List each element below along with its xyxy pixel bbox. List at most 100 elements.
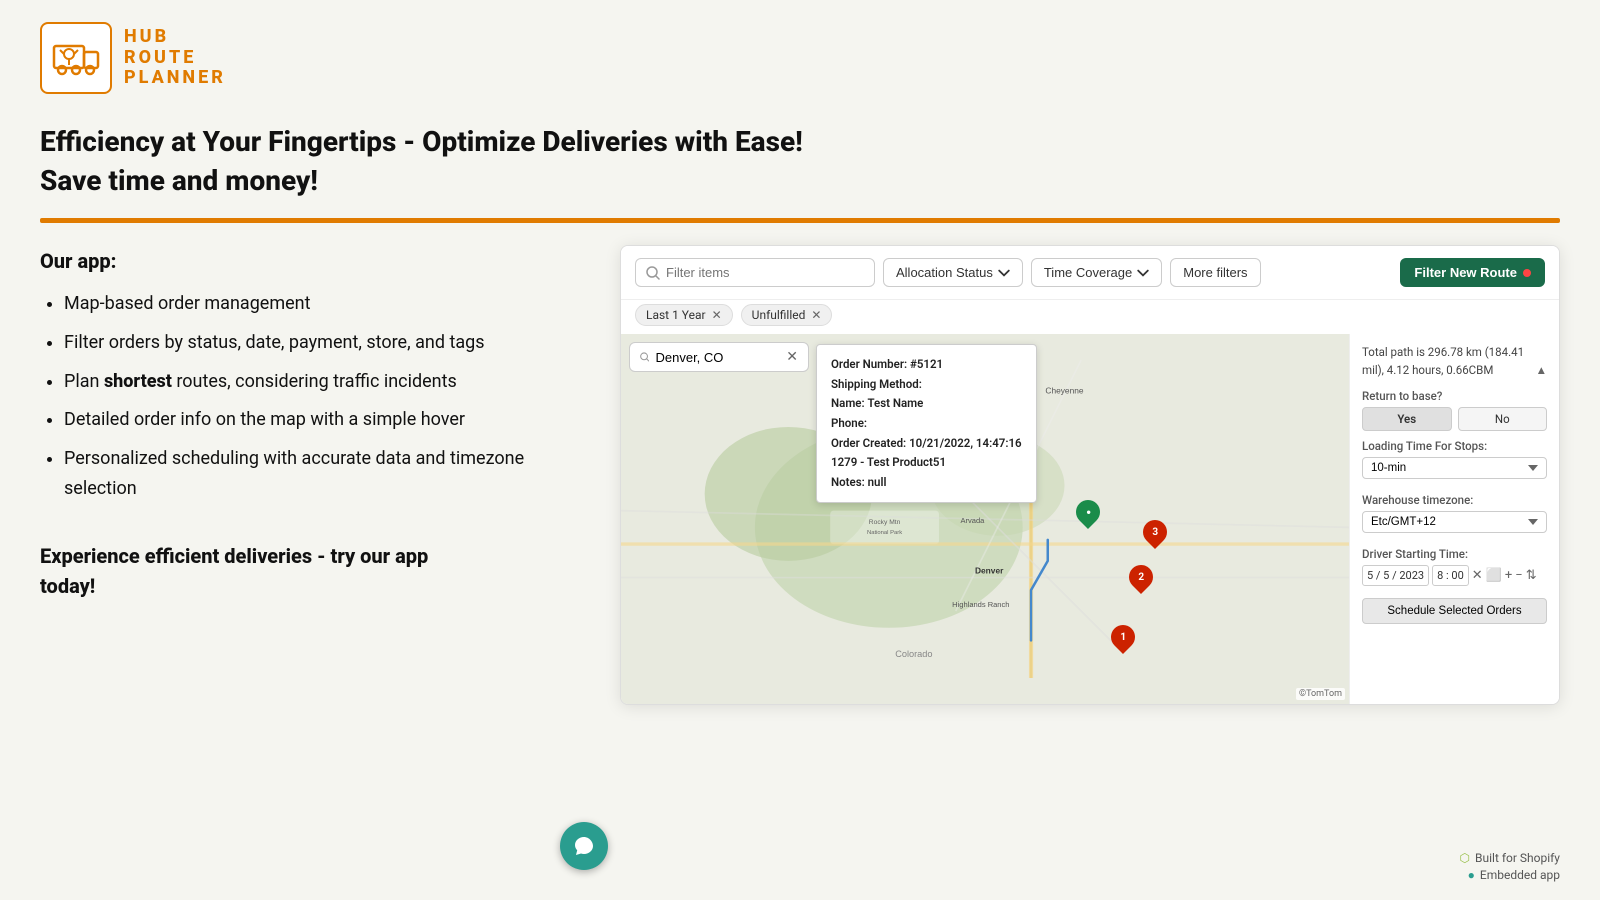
headline-line1: Efficiency at Your Fingertips - Optimize… <box>40 125 803 158</box>
tags-row: Last 1 Year ✕ Unfulfilled ✕ <box>621 300 1559 334</box>
logo-text: HUB ROUTE PLANNER <box>124 27 226 89</box>
tag-label: Last 1 Year <box>646 308 706 322</box>
svg-text:National Park: National Park <box>867 530 902 536</box>
driver-time[interactable]: 8 : 00 <box>1432 565 1469 586</box>
order-created-value: 10/21/2022, 14:47:16 <box>909 436 1022 450</box>
embedded-label: Embedded app <box>1480 868 1560 882</box>
logo-area: HUB ROUTE PLANNER <box>0 0 1600 104</box>
driver-time-row: 5 / 5 / 2023 8 : 00 ✕ ⬜ + − ⇅ <box>1362 565 1547 586</box>
name-value: Test Name <box>867 396 923 410</box>
return-base-buttons: Yes No <box>1362 407 1547 431</box>
adjust-icon[interactable]: ⇅ <box>1526 568 1537 583</box>
left-panel: Our app: Map-based order management Filt… <box>40 245 580 601</box>
loading-time-label: Loading Time For Stops: <box>1362 439 1547 453</box>
shopify-icon: ⬡ <box>1460 851 1470 865</box>
chat-icon <box>572 834 596 858</box>
cta-text: Experience efficient deliveries - try ou… <box>40 541 580 601</box>
tag-remove-icon[interactable]: ✕ <box>712 308 722 322</box>
name-label: Name: <box>831 396 865 410</box>
warehouse-timezone-select[interactable]: Etc/GMT+12 <box>1362 511 1547 533</box>
schedule-button[interactable]: Schedule Selected Orders <box>1362 598 1547 624</box>
shipping-label: Shipping Method: <box>831 377 922 391</box>
svg-text:Rocky Mtn: Rocky Mtn <box>869 519 901 526</box>
clear-time-icon[interactable]: ✕ <box>1472 568 1483 583</box>
schedule-btn-label: Schedule Selected Orders <box>1387 605 1521 617</box>
marker-label-3: 3 <box>1152 527 1158 538</box>
tag-remove-icon[interactable]: ✕ <box>811 308 821 322</box>
name-row: Name: Test Name <box>831 394 1022 414</box>
phone-row: Phone: <box>831 414 1022 434</box>
more-filters-button[interactable]: More filters <box>1170 258 1260 287</box>
notes-value: null <box>868 475 887 489</box>
expand-icon[interactable]: ▲ <box>1536 362 1547 379</box>
list-item: Filter orders by status, date, payment, … <box>64 328 580 359</box>
minus-icon[interactable]: − <box>1515 568 1522 583</box>
map-background[interactable]: Rocky Mtn National Park Cheyenne <box>621 334 1349 704</box>
logo-line-3: PLANNER <box>124 68 226 89</box>
path-info-text: Total path is 296.78 km (184.41 mil), 4.… <box>1362 345 1524 376</box>
notes-label: Notes: <box>831 475 865 489</box>
order-number-value: #5121 <box>910 357 943 371</box>
built-label: Built for Shopify <box>1475 851 1560 865</box>
more-filters-label: More filters <box>1183 265 1247 280</box>
orange-divider <box>40 218 1560 223</box>
logo-line-2: ROUTE <box>124 48 226 69</box>
map-area: Rocky Mtn National Park Cheyenne <box>621 334 1559 704</box>
logo-icon <box>50 32 102 84</box>
marker-warehouse-label: ● <box>1086 508 1091 517</box>
features-title: Our app: <box>40 249 580 273</box>
denver-search-box[interactable]: ✕ <box>629 342 809 372</box>
filter-new-route-button[interactable]: Filter New Route <box>1400 258 1545 287</box>
warehouse-timezone-label: Warehouse timezone: <box>1362 493 1547 507</box>
chevron-down-icon <box>1137 267 1149 279</box>
search-box[interactable] <box>635 258 875 287</box>
calendar-icon[interactable]: ⬜ <box>1486 568 1502 583</box>
filter-input[interactable] <box>666 265 864 280</box>
denver-search-input[interactable] <box>655 350 780 365</box>
right-sidebar: Total path is 296.78 km (184.41 mil), 4.… <box>1349 334 1559 704</box>
search-small-icon <box>640 351 649 363</box>
marker-label-1: 1 <box>1120 632 1126 643</box>
list-item: Plan shortest routes, considering traffi… <box>64 367 580 398</box>
tag-unfulfilled: Unfulfilled ✕ <box>741 304 833 326</box>
list-item: Detailed order info on the map with a si… <box>64 405 580 436</box>
svg-text:Denver: Denver <box>975 566 1004 576</box>
embedded-row: ● Embedded app <box>1460 868 1560 882</box>
denver-search-clear[interactable]: ✕ <box>786 349 798 365</box>
svg-text:Cheyenne: Cheyenne <box>1045 386 1083 396</box>
logo-box <box>40 22 112 94</box>
time-coverage-button[interactable]: Time Coverage <box>1031 258 1162 287</box>
built-row: ⬡ Built for Shopify <box>1460 851 1560 865</box>
chat-bubble[interactable] <box>560 822 608 870</box>
no-button[interactable]: No <box>1458 407 1548 431</box>
yes-button[interactable]: Yes <box>1362 407 1452 431</box>
toolbar: Allocation Status Time Coverage More fil… <box>621 246 1559 300</box>
path-info: Total path is 296.78 km (184.41 mil), 4.… <box>1362 344 1547 379</box>
driver-date[interactable]: 5 / 5 / 2023 <box>1362 565 1429 586</box>
product-label: 1279 - Test Product51 <box>831 455 946 469</box>
list-item: Personalized scheduling with accurate da… <box>64 444 580 505</box>
headline-line2: Save time and money! <box>40 164 318 197</box>
plus-icon[interactable]: + <box>1505 568 1512 583</box>
tag-label: Unfulfilled <box>752 308 806 322</box>
logo-line-1: HUB <box>124 27 226 48</box>
allocation-status-label: Allocation Status <box>896 265 993 280</box>
order-number-row: Order Number: #5121 <box>831 355 1022 375</box>
loading-time-select[interactable]: 10-min <box>1362 457 1547 479</box>
order-created-label: Order Created: <box>831 436 906 450</box>
order-created-row: Order Created: 10/21/2022, 14:47:16 <box>831 434 1022 454</box>
driver-starting-label: Driver Starting Time: <box>1362 547 1547 561</box>
notes-row: Notes: null <box>831 473 1022 493</box>
features-list: Map-based order management Filter orders… <box>40 289 580 505</box>
cta-line1: Experience efficient deliveries - try ou… <box>40 544 428 568</box>
embedded-icon: ● <box>1468 868 1475 882</box>
return-base-label: Return to base? <box>1362 389 1547 403</box>
allocation-status-button[interactable]: Allocation Status <box>883 258 1023 287</box>
order-number-label: Order Number: <box>831 357 907 371</box>
shipping-row: Shipping Method: <box>831 375 1022 395</box>
search-icon <box>646 266 660 280</box>
route-status-dot <box>1523 269 1531 277</box>
chevron-down-icon <box>998 267 1010 279</box>
main-content: Our app: Map-based order management Filt… <box>0 245 1600 705</box>
app-ui: Allocation Status Time Coverage More fil… <box>620 245 1560 705</box>
